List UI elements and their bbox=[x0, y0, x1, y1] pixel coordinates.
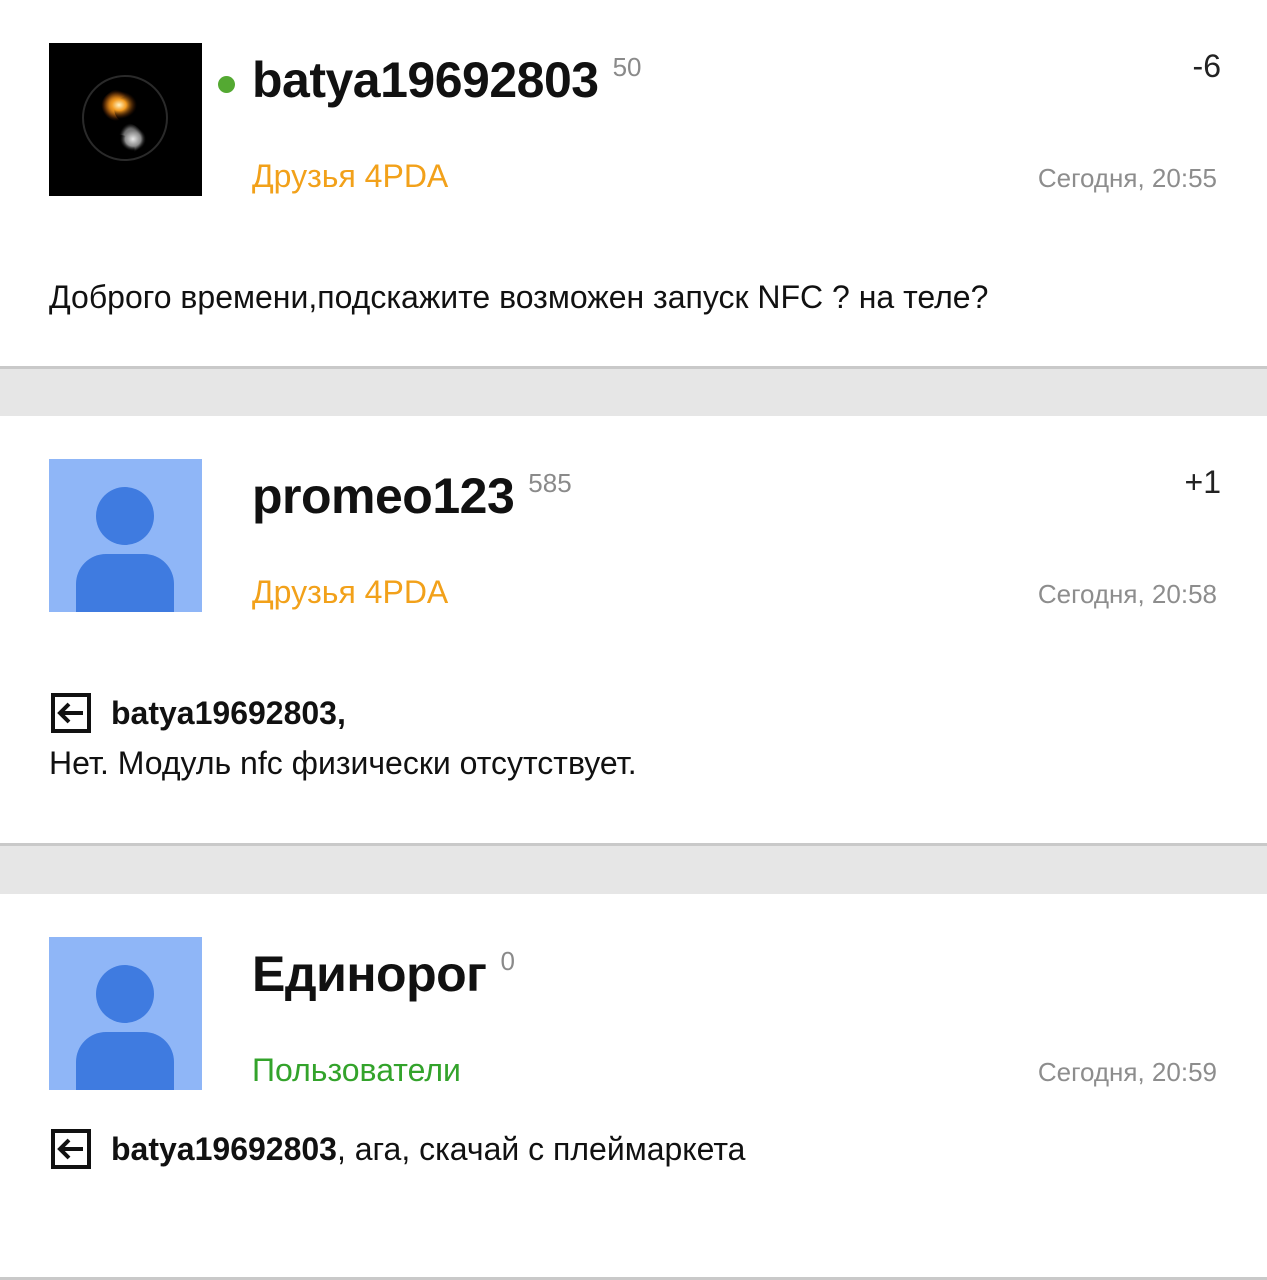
author-name[interactable]: promeo123 bbox=[252, 466, 515, 526]
online-indicator bbox=[218, 76, 235, 93]
post-text: Доброго времени,подскажите возможен запу… bbox=[49, 279, 989, 315]
user-group: Друзья 4PDA bbox=[252, 574, 449, 610]
post-date: Сегодня, 20:55 bbox=[1037, 163, 1217, 193]
post-date: Сегодня, 20:59 bbox=[1037, 1057, 1217, 1087]
forum-post: promeo123 585 +1 Друзья 4PDA Сегодня, 20… bbox=[0, 416, 1267, 846]
author-row: batya19692803 50 bbox=[218, 50, 642, 110]
post-content: batya19692803, Нет. Модуль nfc физически… bbox=[49, 688, 1218, 788]
reply-quote: batya19692803, ага, скачай с плеймаркета bbox=[49, 1124, 1218, 1174]
post-text: Нет. Модуль nfc физически отсутствует. bbox=[49, 745, 637, 781]
user-avatar[interactable] bbox=[49, 43, 202, 196]
quoted-user[interactable]: batya19692803, bbox=[111, 688, 346, 738]
user-group: Друзья 4PDA bbox=[252, 158, 449, 194]
reply-arrow-icon[interactable] bbox=[49, 691, 93, 735]
author-name[interactable]: Единорог bbox=[252, 944, 487, 1004]
author-row: Единорог 0 bbox=[252, 944, 515, 1004]
post-content: batya19692803, ага, скачай с плеймаркета bbox=[49, 1124, 1218, 1174]
user-avatar[interactable] bbox=[49, 459, 202, 612]
forum-post: batya19692803 50 -6 Друзья 4PDA Сегодня,… bbox=[0, 0, 1267, 369]
user-group: Пользователи bbox=[252, 1052, 461, 1088]
quoted-user[interactable]: batya19692803 bbox=[111, 1124, 337, 1174]
reputation-count[interactable]: 585 bbox=[528, 466, 571, 500]
flame-avatar-icon bbox=[82, 75, 168, 161]
post-rating[interactable]: +1 bbox=[1185, 464, 1221, 501]
default-user-head bbox=[96, 487, 154, 545]
author-row: promeo123 585 bbox=[252, 466, 572, 526]
post-text: , ага, скачай с плеймаркета bbox=[336, 1131, 746, 1167]
forum-post: Единорог 0 Пользователи Сегодня, 20:59 b… bbox=[0, 894, 1267, 1280]
default-user-body bbox=[76, 1032, 174, 1090]
reply-arrow-icon[interactable] bbox=[49, 1127, 93, 1171]
default-user-body bbox=[76, 554, 174, 612]
post-date: Сегодня, 20:58 bbox=[1037, 579, 1217, 609]
reply-quote: batya19692803, bbox=[49, 688, 1218, 738]
user-avatar[interactable] bbox=[49, 937, 202, 1090]
author-name[interactable]: batya19692803 bbox=[252, 50, 599, 110]
default-user-head bbox=[96, 965, 154, 1023]
post-content: Доброго времени,подскажите возможен запу… bbox=[49, 272, 1218, 322]
reputation-count[interactable]: 50 bbox=[613, 50, 642, 84]
post-rating[interactable]: -6 bbox=[1193, 48, 1221, 85]
reputation-count[interactable]: 0 bbox=[500, 944, 514, 978]
